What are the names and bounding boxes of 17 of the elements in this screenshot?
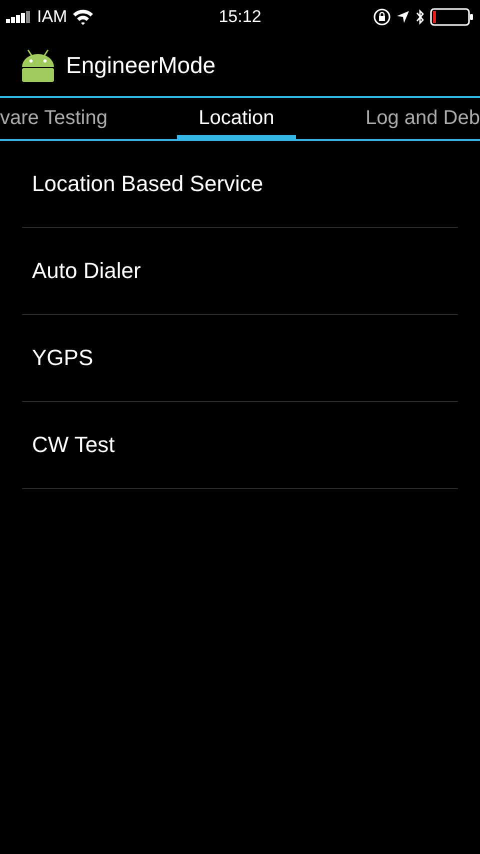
list-item[interactable]: Location Based Service (32, 171, 264, 197)
bluetooth-icon (415, 9, 425, 25)
list-item[interactable]: Auto Dialer (32, 258, 141, 284)
list-item[interactable]: CW Test (32, 432, 115, 458)
list-item[interactable]: YGPS (32, 345, 94, 371)
location-arrow-icon (396, 10, 410, 24)
clock: 15:12 (218, 7, 262, 27)
tab[interactable]: Log and Deb (343, 98, 480, 139)
app-title: EngineerMode (66, 52, 216, 78)
battery-icon (430, 8, 474, 26)
rotation-lock-icon (373, 8, 391, 26)
wifi-icon (72, 9, 94, 25)
tab[interactable]: Location (176, 98, 296, 139)
carrier-name: IAM (37, 7, 68, 27)
tab[interactable]: vare Testing (0, 98, 130, 139)
android-robot-icon (20, 47, 56, 83)
signal-icon (6, 11, 32, 23)
